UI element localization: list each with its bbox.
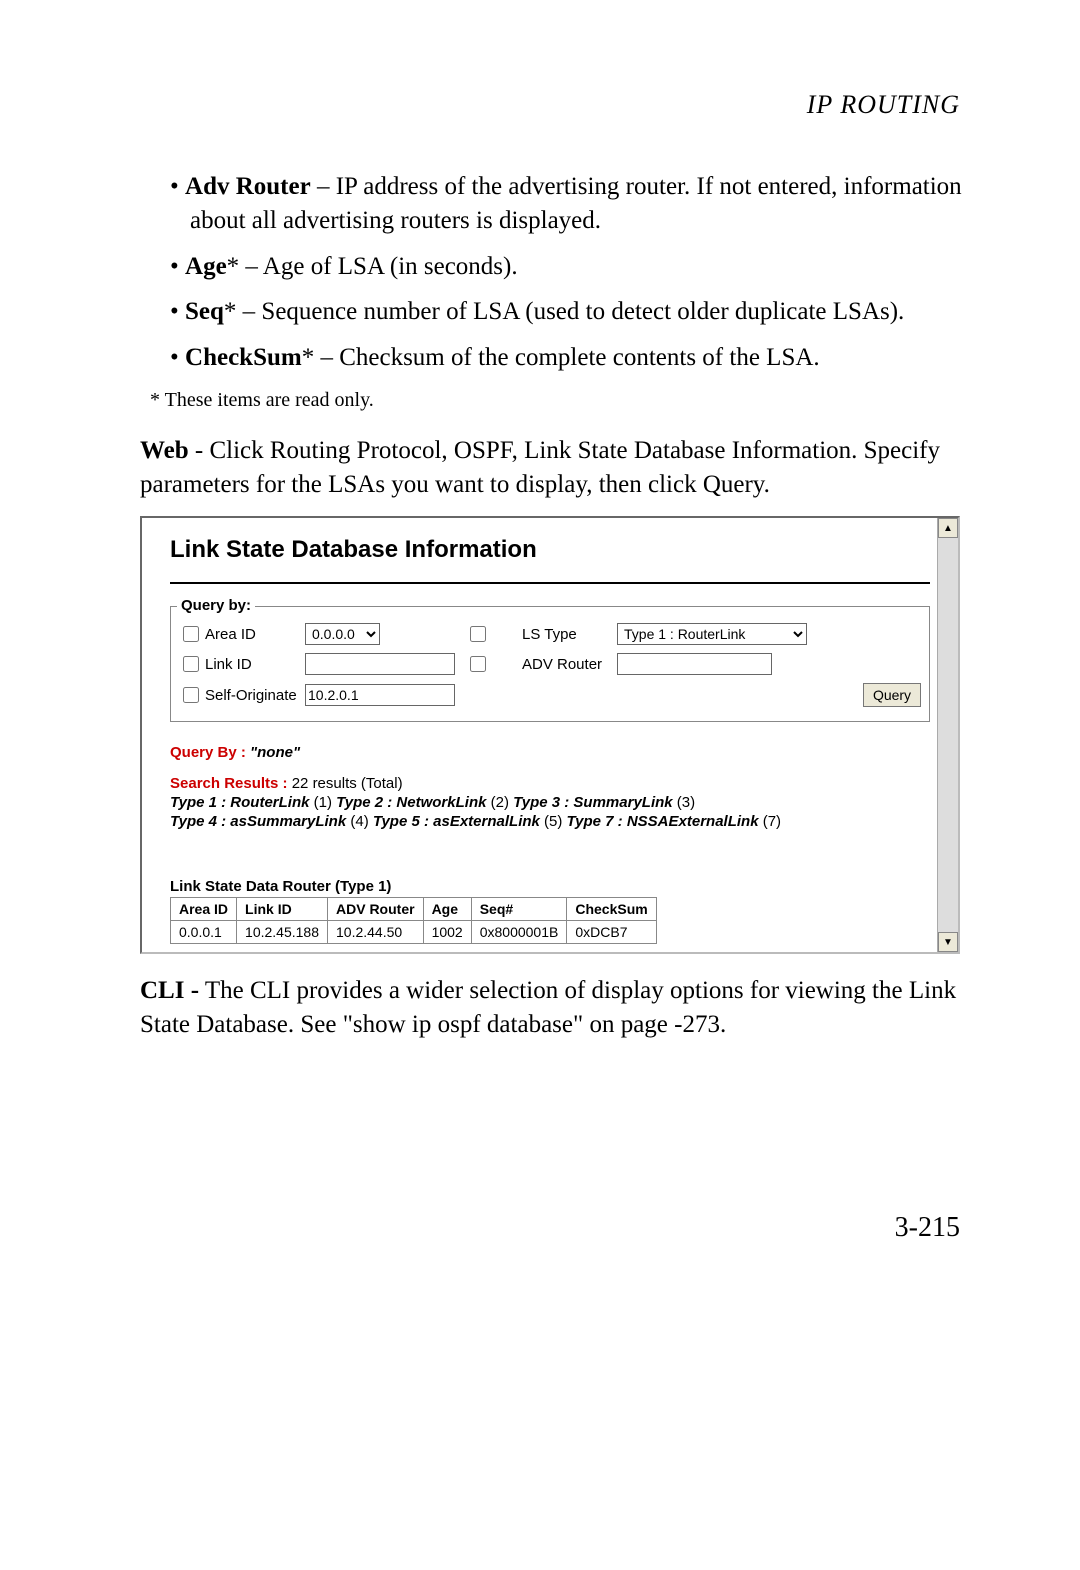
- col-header: Age: [423, 898, 471, 921]
- self-originate-checkbox[interactable]: [183, 687, 199, 703]
- area-id-checkbox[interactable]: [183, 626, 199, 642]
- scrollbar[interactable]: ▲ ▼: [937, 518, 958, 952]
- web-paragraph: Web - Click Routing Protocol, OSPF, Link…: [140, 434, 980, 502]
- link-id-label: Link ID: [205, 656, 305, 673]
- query-fieldset: Query by: Area ID 0.0.0.0 LS Type Type 1…: [170, 606, 930, 722]
- query-by-result: Query By : "none": [170, 744, 930, 761]
- self-originate-label: Self-Originate: [205, 687, 305, 704]
- results-block: Query By : "none" Search Results : 22 re…: [170, 744, 930, 944]
- type-summary-line-1: Type 1 : RouterLink (1) Type 2 : Network…: [170, 794, 930, 811]
- area-id-label: Area ID: [205, 626, 305, 643]
- page-number: 3-215: [100, 1212, 980, 1244]
- panel-title: Link State Database Information: [170, 536, 930, 584]
- footnote: * These items are read only.: [150, 387, 980, 414]
- screenshot-inset: ▲ ▼ Link State Database Information Quer…: [140, 516, 960, 954]
- query-by-legend: Query by:: [177, 597, 255, 614]
- col-header: CheckSum: [567, 898, 656, 921]
- ls-type-label: LS Type: [522, 626, 617, 643]
- scroll-up-icon[interactable]: ▲: [938, 518, 958, 538]
- area-id-select[interactable]: 0.0.0.0: [305, 623, 380, 645]
- self-originate-input[interactable]: [305, 684, 455, 706]
- results-table-title: Link State Data Router (Type 1): [170, 878, 930, 895]
- search-results-count: Search Results : 22 results (Total): [170, 775, 930, 792]
- table-row: 0.0.0.1 10.2.45.188 10.2.44.50 1002 0x80…: [171, 921, 657, 944]
- ls-type-select[interactable]: Type 1 : RouterLink: [617, 623, 807, 645]
- list-item: Age* – Age of LSA (in seconds).: [170, 250, 980, 284]
- cli-paragraph: CLI - The CLI provides a wider selection…: [140, 974, 980, 1042]
- section-header: IP ROUTING: [100, 90, 980, 120]
- col-header: Link ID: [237, 898, 328, 921]
- parameter-list: Adv Router – IP address of the advertisi…: [140, 170, 980, 375]
- ls-type-checkbox[interactable]: [470, 626, 486, 642]
- col-header: Seq#: [471, 898, 567, 921]
- col-header: Area ID: [171, 898, 237, 921]
- list-item: Adv Router – IP address of the advertisi…: [170, 170, 980, 238]
- list-item: CheckSum* – Checksum of the complete con…: [170, 341, 980, 375]
- body-text: Adv Router – IP address of the advertisi…: [140, 170, 980, 501]
- scroll-down-icon[interactable]: ▼: [938, 932, 958, 952]
- table-header-row: Area ID Link ID ADV Router Age Seq# Chec…: [171, 898, 657, 921]
- adv-router-checkbox[interactable]: [470, 656, 486, 672]
- results-table: Area ID Link ID ADV Router Age Seq# Chec…: [170, 897, 657, 944]
- type-summary-line-2: Type 4 : asSummaryLink (4) Type 5 : asEx…: [170, 813, 930, 830]
- link-id-input[interactable]: [305, 653, 455, 675]
- adv-router-input[interactable]: [617, 653, 772, 675]
- adv-router-label: ADV Router: [522, 656, 617, 673]
- link-id-checkbox[interactable]: [183, 656, 199, 672]
- list-item: Seq* – Sequence number of LSA (used to d…: [170, 295, 980, 329]
- col-header: ADV Router: [328, 898, 424, 921]
- query-button[interactable]: Query: [863, 683, 921, 707]
